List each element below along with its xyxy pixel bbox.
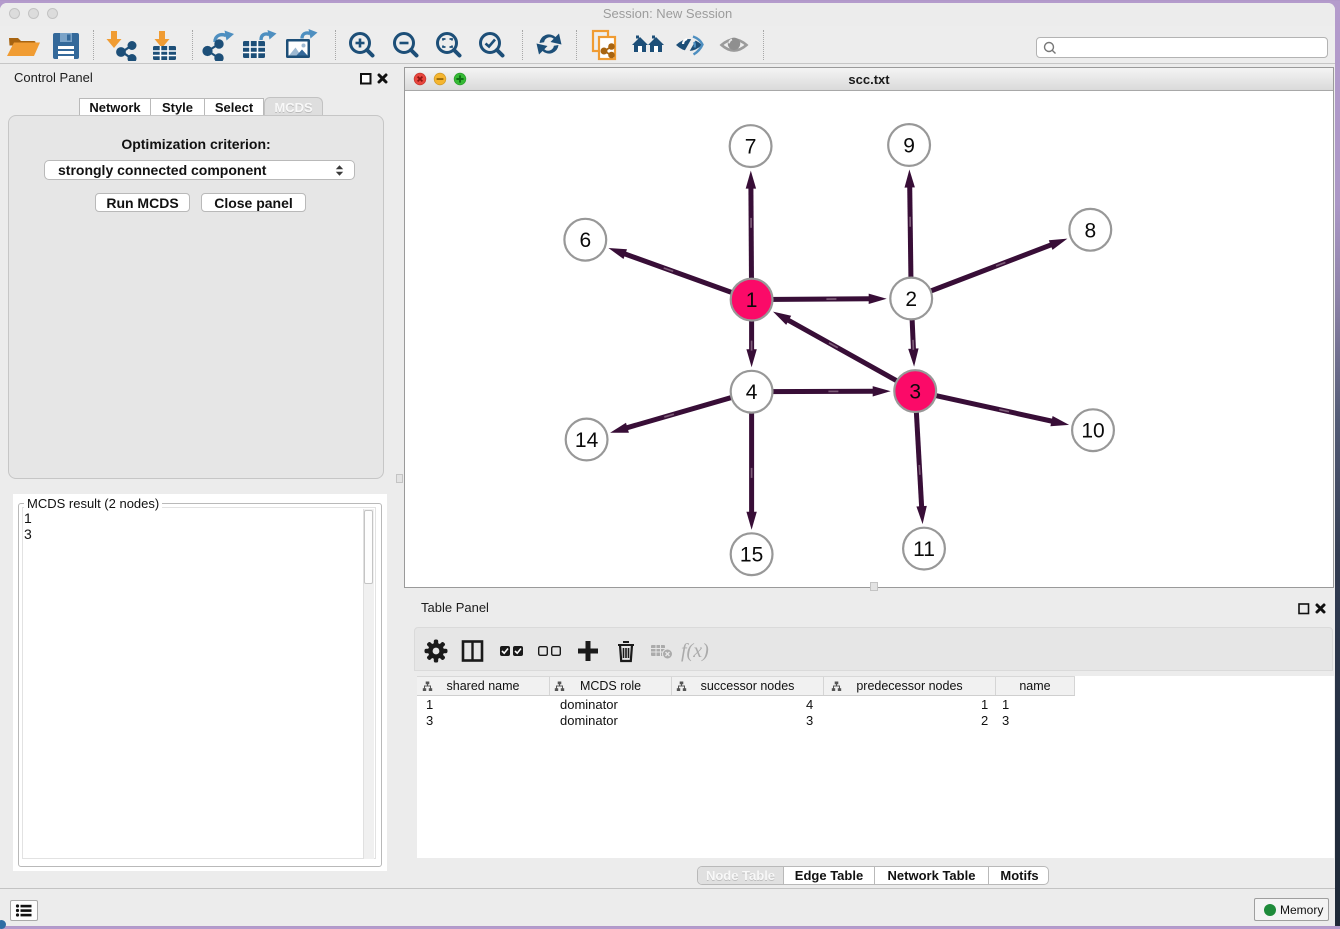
svg-text:6: 6 (579, 229, 591, 252)
svg-text:11: 11 (913, 538, 935, 561)
svg-text:9: 9 (903, 135, 915, 158)
svg-text:7: 7 (745, 136, 757, 159)
svg-text:8: 8 (1084, 219, 1096, 242)
svg-text:4: 4 (746, 381, 758, 404)
svg-text:2: 2 (905, 288, 917, 311)
svg-text:3: 3 (909, 381, 921, 404)
svg-text:f(x): f(x) (681, 640, 709, 662)
svg-text:10: 10 (1081, 420, 1104, 443)
svg-text:15: 15 (740, 544, 763, 567)
svg-text:1: 1 (746, 289, 758, 312)
svg-text:14: 14 (575, 429, 599, 452)
